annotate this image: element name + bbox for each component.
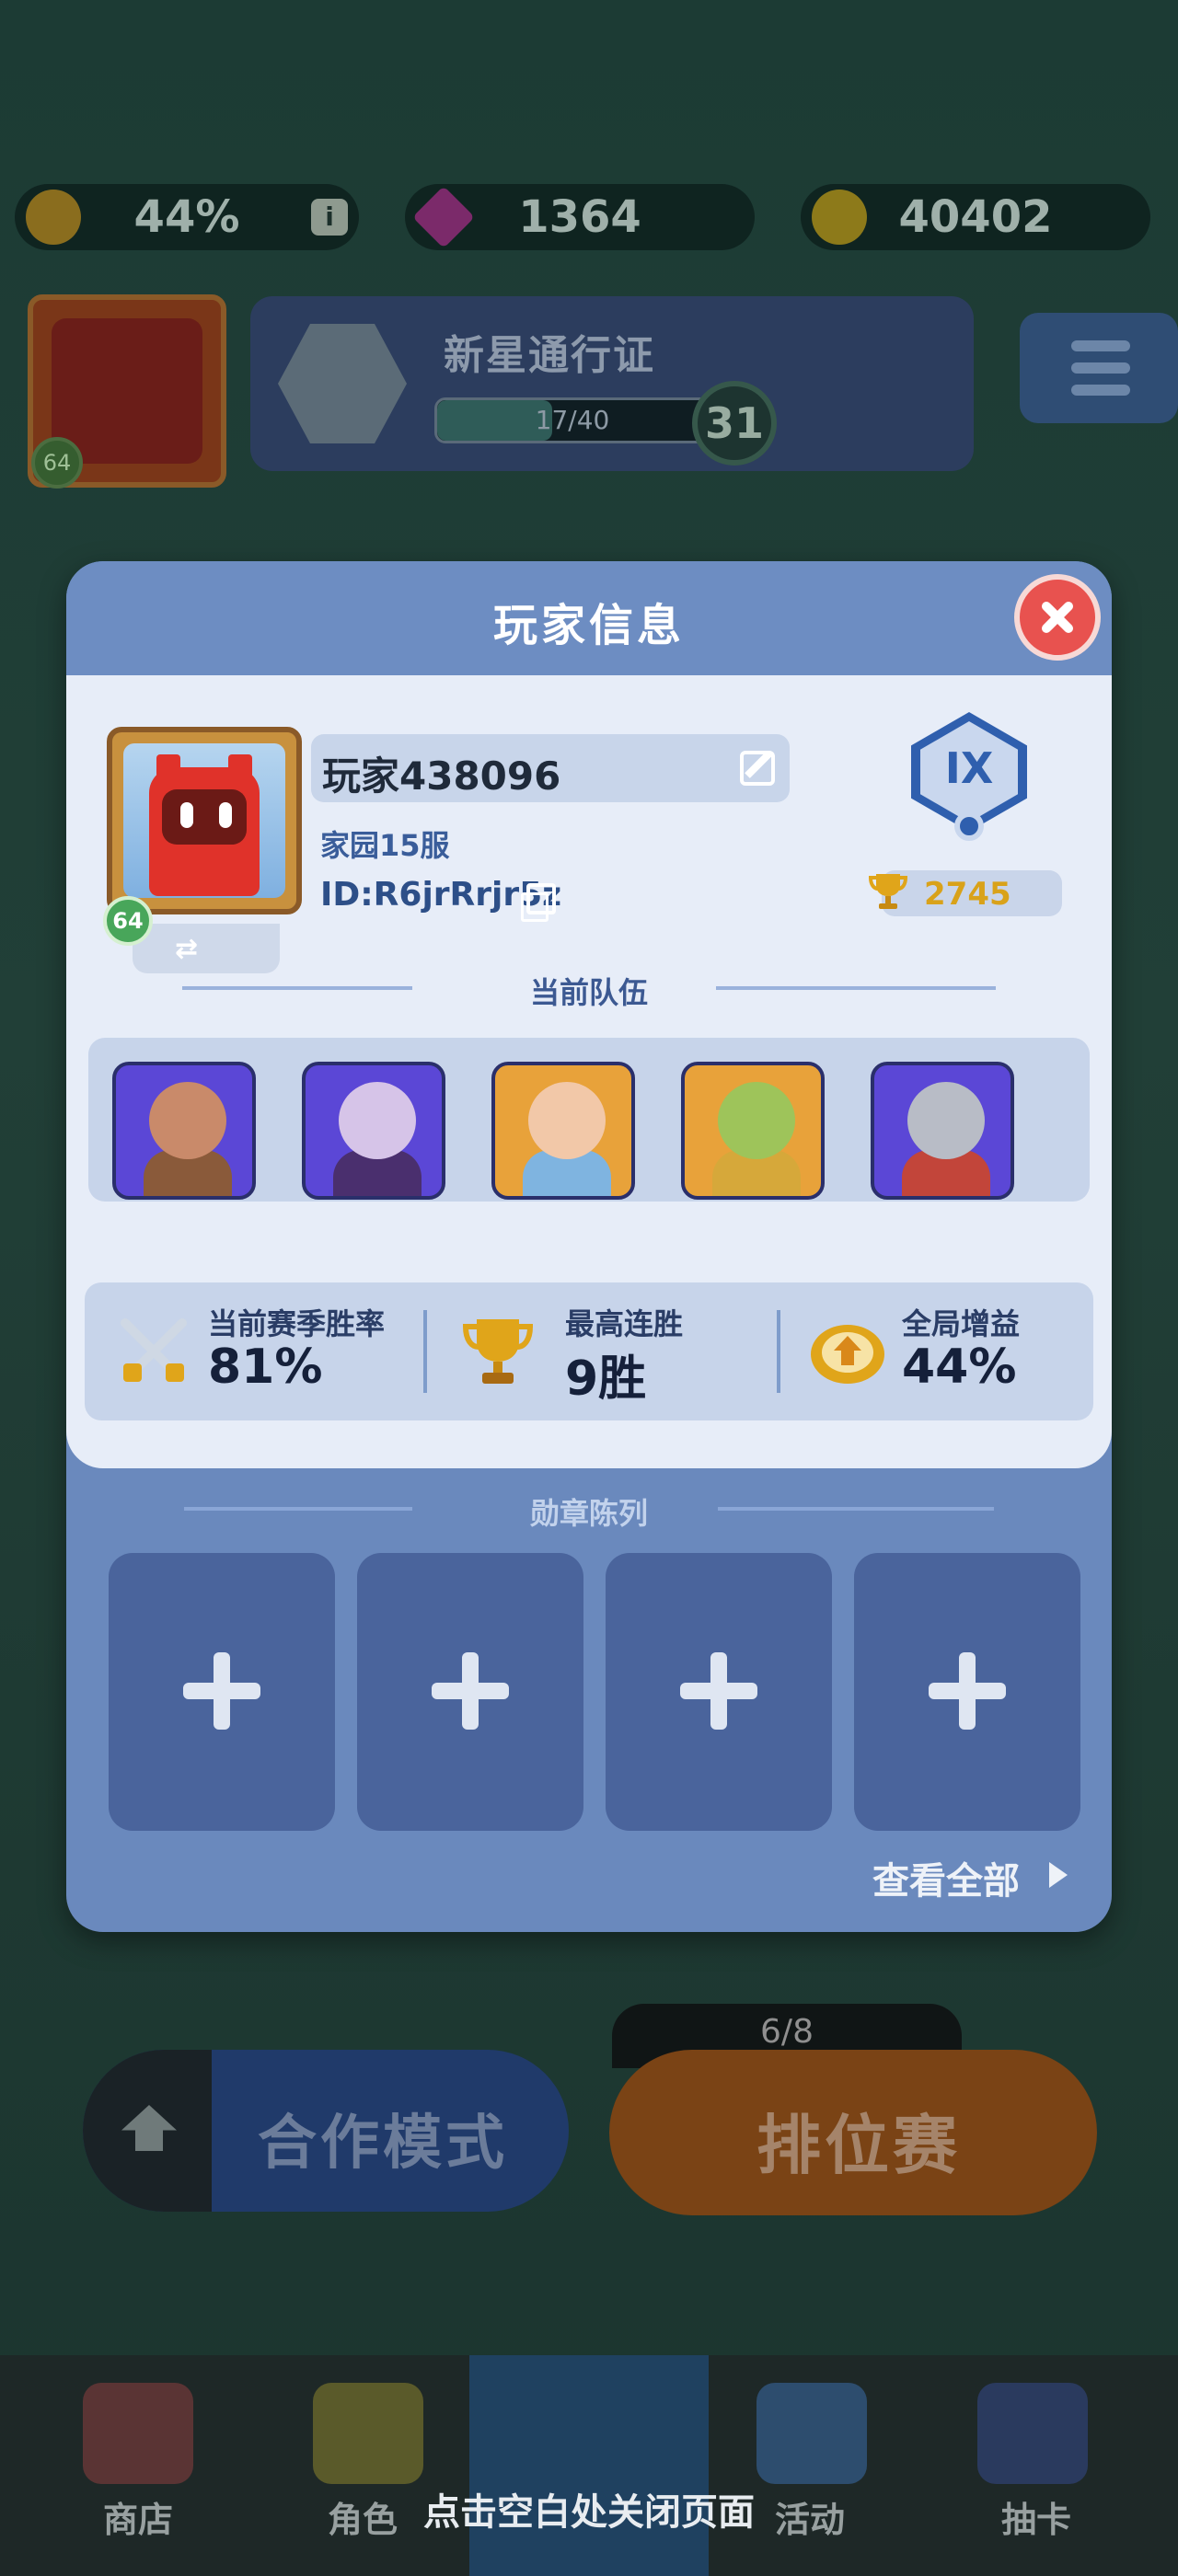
- rank-emblem: IX: [911, 712, 1027, 850]
- boost-crown-icon: [26, 190, 81, 245]
- trophy-count-pill: 2745: [868, 870, 1062, 916]
- boost-crown-icon: [811, 1325, 884, 1384]
- hero-portrait: [718, 1082, 795, 1159]
- player-stats: 当前赛季胜率 81% 最高连胜 9胜 全局增益 44%: [85, 1282, 1093, 1420]
- coop-mode-button: 合作模式: [83, 2050, 569, 2212]
- boost-percent-text: 44%: [133, 191, 240, 243]
- boost-resource-pill: 44% i: [15, 184, 359, 250]
- gem-icon: [412, 186, 475, 248]
- win-rate-value: 81%: [208, 1340, 323, 1395]
- pass-title: 新星通行证: [444, 332, 655, 379]
- coop-mode-label: 合作模式: [258, 2110, 508, 2178]
- edit-name-icon[interactable]: [740, 751, 775, 786]
- player-name: 玩家438096: [322, 753, 561, 799]
- player-name-box: 玩家438096: [311, 734, 790, 802]
- ranked-mode-label: 排位赛: [756, 2108, 961, 2183]
- gem-count-text: 1364: [518, 191, 641, 243]
- pass-progress-bar: 17/40: [434, 397, 710, 443]
- view-all-link[interactable]: 查看全部: [872, 1851, 1020, 1904]
- gacha-icon: [977, 2383, 1088, 2484]
- dialog-header: 玩家信息: [66, 561, 1112, 675]
- win-streak-label: 最高连胜: [565, 1306, 684, 1341]
- character-icon: [313, 2383, 423, 2484]
- hero-portrait: [528, 1082, 606, 1159]
- hero-portrait: [149, 1082, 226, 1159]
- event-star-icon: [756, 2383, 867, 2484]
- pass-progress-text: 17/40: [535, 405, 610, 435]
- team-hero-shadow-mage[interactable]: [302, 1062, 445, 1200]
- win-streak-value: 9胜: [565, 1351, 647, 1407]
- team-hero-armored-knight[interactable]: [871, 1062, 1014, 1200]
- ranked-mode-button: 排位赛: [609, 2050, 1097, 2215]
- team-hero-orc-warrior[interactable]: [112, 1062, 256, 1200]
- trophy-icon: [462, 1319, 534, 1384]
- badge-slot[interactable]: [854, 1553, 1080, 1831]
- shop-icon: [83, 2383, 193, 2484]
- info-icon: i: [311, 199, 348, 236]
- up-arrow-icon: [121, 2105, 177, 2151]
- badge-slot[interactable]: [109, 1553, 335, 1831]
- ranked-count-text: 6/8: [760, 2013, 814, 2051]
- trophy-icon: [868, 874, 908, 909]
- trophy-count: 2745: [924, 876, 1011, 913]
- crossed-swords-icon: [121, 1318, 187, 1382]
- badge-slot[interactable]: [357, 1553, 583, 1831]
- pass-emblem-icon: [278, 324, 407, 443]
- chevron-right-icon[interactable]: [1049, 1862, 1068, 1888]
- player-profile-panel: ⇄ 64 玩家438096 家园15服 ID:R6jrRrjr5z IX 274…: [66, 675, 1112, 1468]
- background-avatar-portrait: [52, 318, 202, 464]
- menu-button: [1020, 313, 1178, 423]
- win-rate-label: 当前赛季胜率: [208, 1306, 386, 1341]
- swap-avatar-button[interactable]: ⇄: [133, 924, 280, 973]
- battle-pass-banner: 新星通行证 17/40 31: [250, 296, 974, 471]
- rank-numeral: IX: [944, 743, 994, 793]
- badge-slot[interactable]: [606, 1553, 832, 1831]
- close-hint-text[interactable]: 点击空白处关闭页面: [0, 2482, 1178, 2536]
- global-boost-label: 全局增益: [902, 1306, 1021, 1341]
- close-button[interactable]: [1014, 574, 1101, 661]
- current-team: [88, 1038, 1090, 1202]
- server-name: 家园15服: [320, 828, 450, 863]
- badges-section-title: 勋章陈列: [529, 1496, 648, 1531]
- swap-arrows-icon: ⇄: [175, 933, 199, 965]
- hero-portrait: [339, 1082, 416, 1159]
- copy-id-icon[interactable]: [521, 883, 556, 922]
- team-hero-forest-king[interactable]: [681, 1062, 825, 1200]
- level-badge: 64: [103, 896, 153, 946]
- player-avatar[interactable]: [107, 727, 302, 914]
- team-hero-ice-priestess[interactable]: [491, 1062, 635, 1200]
- player-info-dialog: 玩家信息 ⇄ 64 玩家438096 家园15服 ID:R6jrRrjr5z I…: [66, 561, 1112, 1932]
- coin-count-text: 40402: [898, 191, 1053, 243]
- gem-resource-pill: 1364: [405, 184, 755, 250]
- pass-level-badge: 31: [692, 381, 777, 466]
- background-level-badge: 64: [31, 437, 83, 489]
- team-section-title: 当前队伍: [529, 975, 648, 1010]
- coin-icon: [812, 190, 867, 245]
- battle-nav-tab: [469, 2355, 709, 2576]
- coin-resource-pill: 40402: [801, 184, 1150, 250]
- hero-portrait: [907, 1082, 985, 1159]
- dialog-title: 玩家信息: [492, 600, 685, 651]
- global-boost-value: 44%: [902, 1340, 1017, 1395]
